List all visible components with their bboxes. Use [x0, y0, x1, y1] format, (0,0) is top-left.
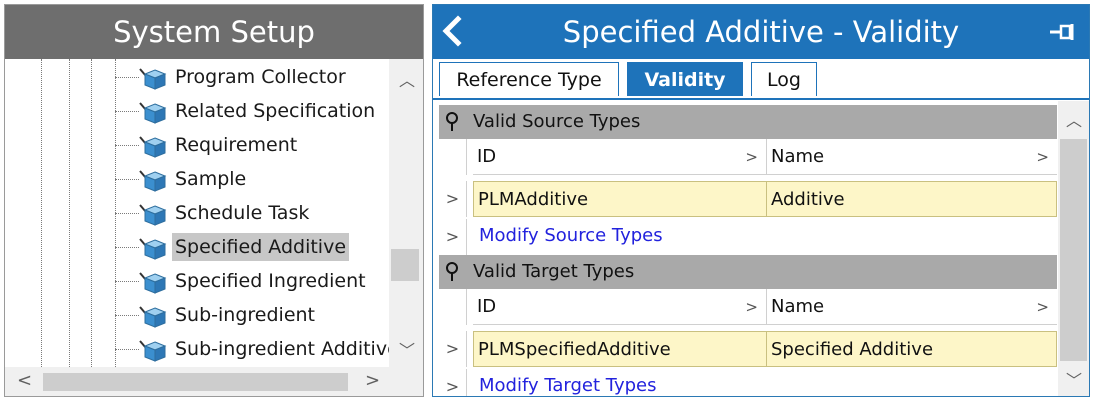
scrollbar-thumb[interactable] — [391, 249, 419, 281]
pushpin-icon[interactable] — [445, 112, 459, 132]
column-header-id[interactable]: ID > — [473, 139, 767, 175]
validity-content: Valid Source Types ID > Name > > PLMAdditi… — [433, 101, 1057, 396]
grid-header-row: ID > Name > — [439, 139, 1057, 175]
pushpin-icon[interactable] — [445, 262, 459, 282]
tree-item-label: Requirement — [175, 134, 298, 156]
tree-horizontal-scrollbar[interactable]: < > — [5, 367, 423, 396]
cube-icon — [139, 204, 167, 226]
table-row[interactable]: > PLMAdditive Additive — [439, 181, 1057, 217]
tree-item[interactable]: Sample — [5, 163, 389, 197]
system-setup-panel: System Setup Program Collector Related S… — [4, 4, 424, 397]
section-header-target: Valid Target Types — [439, 255, 1057, 289]
row-selector — [439, 139, 467, 175]
cube-icon — [139, 68, 167, 90]
tree-item[interactable]: Sub-ingredient — [5, 299, 389, 333]
cube-icon — [139, 272, 167, 294]
cube-icon — [139, 102, 167, 124]
scroll-down-arrow-icon[interactable]: ﹀ — [399, 343, 415, 359]
system-setup-title: System Setup — [5, 5, 423, 59]
modify-target-types-link[interactable]: Modify Target Types — [479, 369, 657, 396]
tab-validity[interactable]: Validity — [627, 62, 743, 96]
validity-title: Specified Additive - Validity — [562, 15, 960, 49]
chevron-right-icon: > — [745, 148, 758, 166]
column-header-id[interactable]: ID > — [473, 289, 767, 325]
section-header-source: Valid Source Types — [439, 105, 1057, 139]
scroll-up-arrow-icon[interactable]: ︿ — [399, 73, 415, 89]
chevron-right-icon: > — [745, 298, 758, 316]
tree-item[interactable]: Sub-ingredient Additive — [5, 333, 389, 367]
tab-log[interactable]: Log — [751, 62, 817, 96]
tree-item[interactable]: Schedule Task — [5, 197, 389, 231]
cube-icon — [139, 306, 167, 328]
tree-item-label: Sub-ingredient Additive — [175, 338, 389, 360]
cell-name[interactable]: Specified Additive — [767, 331, 1057, 367]
scroll-left-arrow-icon[interactable]: < — [17, 372, 32, 390]
row-expand-icon[interactable]: > — [439, 181, 467, 217]
cube-icon — [139, 136, 167, 158]
row-expand-icon: > — [439, 219, 467, 255]
section-title: Valid Source Types — [473, 111, 641, 132]
tree-item[interactable]: Requirement — [5, 129, 389, 163]
tree-item-label: Program Collector — [175, 66, 346, 88]
grid-header-row: ID > Name > — [439, 289, 1057, 325]
modify-target-row: > Modify Target Types — [439, 369, 1057, 396]
cube-icon — [139, 170, 167, 192]
tree-item[interactable]: Specified Ingredient — [5, 265, 389, 299]
row-expand-icon: > — [439, 369, 467, 396]
section-title: Valid Target Types — [473, 261, 635, 282]
tree-item-label: Specified Additive — [172, 233, 350, 261]
cell-name[interactable]: Additive — [767, 181, 1057, 217]
column-header-name[interactable]: Name > — [767, 139, 1057, 175]
system-setup-tree: Program Collector Related Specification … — [5, 59, 389, 367]
tree-item-label: Related Specification — [175, 100, 376, 122]
tree-vertical-scrollbar[interactable]: ︿ ﹀ — [389, 59, 423, 367]
tree-item-label: Sample — [175, 168, 247, 190]
validity-header: Specified Additive - Validity — [433, 5, 1089, 59]
column-header-name[interactable]: Name > — [767, 289, 1057, 325]
chevron-right-icon: > — [1036, 148, 1049, 166]
row-selector — [439, 289, 467, 325]
cube-icon — [139, 238, 167, 260]
chevron-left-icon[interactable] — [441, 13, 463, 49]
modify-source-row: > Modify Source Types — [439, 219, 1057, 255]
cell-id[interactable]: PLMAdditive — [473, 181, 767, 217]
scrollbar-thumb[interactable] — [43, 373, 348, 391]
pin-icon[interactable] — [1049, 22, 1075, 42]
modify-source-types-link[interactable]: Modify Source Types — [479, 219, 663, 253]
cell-id[interactable]: PLMSpecifiedAdditive — [473, 331, 767, 367]
tree-item-label: Sub-ingredient — [175, 304, 316, 326]
tree-item-label: Specified Ingredient — [175, 270, 366, 292]
cube-icon — [139, 340, 167, 362]
scroll-up-arrow-icon[interactable]: ︿ — [1066, 113, 1082, 129]
tree-item-label: Schedule Task — [175, 202, 310, 224]
tree-item[interactable]: Related Specification — [5, 95, 389, 129]
tab-underline — [433, 98, 1089, 100]
row-expand-icon[interactable]: > — [439, 331, 467, 367]
chevron-right-icon: > — [1036, 298, 1049, 316]
scrollbar-thumb[interactable] — [1060, 139, 1087, 361]
tab-reference-type[interactable]: Reference Type — [439, 62, 619, 96]
tree-item[interactable]: Program Collector — [5, 61, 389, 95]
content-vertical-scrollbar[interactable]: ︿ ﹀ — [1058, 101, 1089, 396]
scroll-right-arrow-icon[interactable]: > — [365, 372, 380, 390]
table-row[interactable]: > PLMSpecifiedAdditive Specified Additiv… — [439, 331, 1057, 367]
validity-panel: Specified Additive - Validity Reference … — [432, 4, 1090, 397]
scroll-down-arrow-icon[interactable]: ﹀ — [1066, 373, 1082, 389]
tree-item-selected[interactable]: Specified Additive — [5, 231, 389, 265]
